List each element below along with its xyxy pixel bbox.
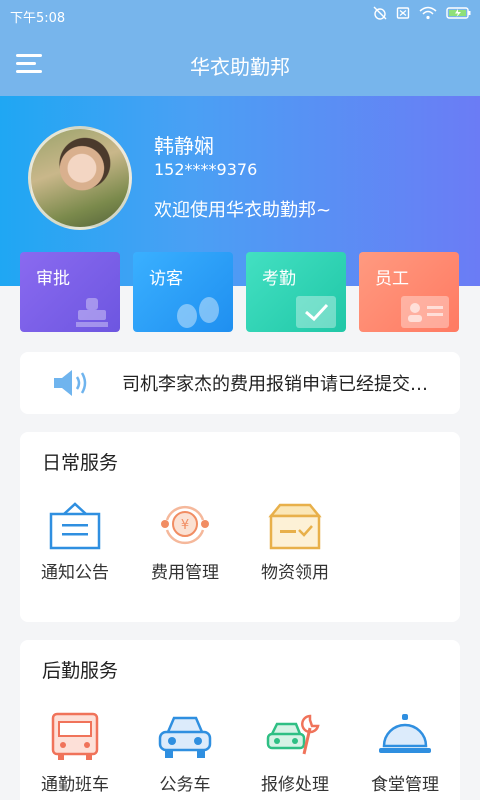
daily-services-card: 日常服务 通知公告 ¥ 费用管理 物资领用 [20, 432, 460, 622]
wifi-icon [419, 6, 437, 20]
quick-staff-label: 员工 [375, 269, 409, 289]
service-canteen-label: 食堂管理 [371, 775, 439, 795]
page-title: 华衣助勤邦 [190, 55, 290, 79]
id-card-icon [401, 296, 449, 328]
service-shuttle-bus-label: 通勤班车 [41, 775, 109, 795]
quick-approval[interactable]: 审批 [20, 252, 120, 332]
food-cloche-icon [379, 714, 431, 753]
service-expense[interactable]: ¥ 费用管理 [130, 502, 240, 583]
stamp-icon [76, 298, 108, 327]
footprints-icon [177, 297, 219, 328]
quick-attendance[interactable]: 考勤 [246, 252, 346, 332]
service-shuttle-bus[interactable]: 通勤班车 [20, 712, 130, 795]
announcement-basket-icon [49, 502, 101, 550]
quick-approval-label: 审批 [36, 269, 70, 289]
logistics-services-title: 后勤服务 [42, 660, 119, 682]
bus-icon [51, 712, 99, 760]
no-sim-icon [396, 7, 410, 19]
car-wrench-icon [266, 714, 320, 755]
user-name: 韩静娴 [154, 134, 214, 158]
quick-visitor[interactable]: 访客 [133, 252, 233, 332]
quick-staff[interactable]: 员工 [359, 252, 459, 332]
avatar[interactable] [28, 126, 132, 230]
battery-charging-icon [446, 7, 471, 19]
status-bar: 下午5:08 [0, 0, 480, 32]
nav-bar: 华衣助勤邦 [0, 32, 480, 96]
alarm-off-icon [373, 6, 387, 20]
user-phone: 152****9376 [154, 160, 258, 179]
status-time: 下午5:08 [10, 11, 66, 26]
service-notice-label: 通知公告 [41, 563, 109, 583]
yuan-coin-icon: ¥ [161, 505, 209, 545]
quick-attendance-label: 考勤 [262, 269, 296, 289]
service-canteen[interactable]: 食堂管理 [350, 712, 460, 795]
service-official-car-label: 公务车 [159, 775, 211, 795]
service-official-car[interactable]: 公务车 [130, 712, 240, 795]
logistics-services-card: 后勤服务 通勤班车 公务车 报修处理 食堂管理 [20, 640, 460, 800]
service-supplies-label: 物资领用 [261, 563, 329, 583]
service-supplies[interactable]: 物资领用 [240, 502, 350, 583]
speaker-icon [54, 370, 87, 396]
welcome-text: 欢迎使用华衣助勤邦~ [154, 200, 332, 221]
notice-bar[interactable]: 司机李家杰的费用报销申请已经提交，请尽快审批 [20, 352, 460, 414]
status-icons [373, 6, 472, 20]
service-repair-label: 报修处理 [261, 775, 329, 795]
service-expense-label: 费用管理 [151, 563, 219, 583]
service-repair[interactable]: 报修处理 [240, 712, 350, 795]
notice-text: 司机李家杰的费用报销申请已经提交，请尽快审批 [122, 374, 440, 395]
package-box-icon [268, 503, 322, 550]
quick-visitor-label: 访客 [149, 269, 183, 289]
svg-text:¥: ¥ [181, 518, 189, 533]
daily-services-title: 日常服务 [42, 452, 119, 474]
service-notice[interactable]: 通知公告 [20, 502, 130, 583]
check-calendar-icon [296, 296, 336, 328]
car-icon [158, 716, 212, 758]
